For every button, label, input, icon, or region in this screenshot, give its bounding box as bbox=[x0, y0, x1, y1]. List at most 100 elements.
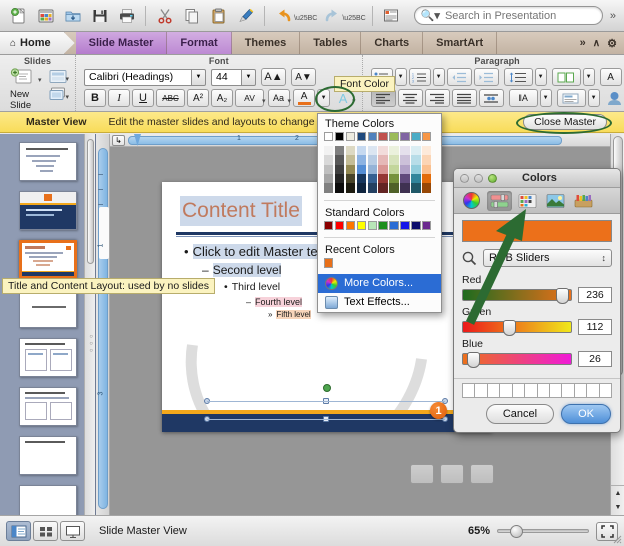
swatch-slot[interactable] bbox=[561, 383, 573, 398]
theme-shade-swatch[interactable] bbox=[389, 146, 398, 155]
slideshow-icon[interactable] bbox=[60, 521, 85, 541]
standard-colors-grid[interactable] bbox=[318, 221, 441, 235]
list-item-selected[interactable] bbox=[19, 240, 77, 279]
theme-shade-swatch[interactable] bbox=[368, 155, 377, 164]
list-item[interactable] bbox=[19, 338, 77, 377]
search-input[interactable] bbox=[445, 10, 596, 22]
theme-shade-swatch[interactable] bbox=[346, 155, 355, 164]
list-item[interactable] bbox=[19, 142, 77, 181]
theme-color-swatch[interactable] bbox=[422, 132, 431, 141]
text-effects-button[interactable]: Aa bbox=[268, 89, 290, 107]
zoom-slider-knob[interactable] bbox=[510, 525, 523, 538]
swatch-slot[interactable] bbox=[487, 383, 499, 398]
numbering-dropdown-arrow[interactable]: ▼ bbox=[433, 68, 445, 86]
tab-stop-button[interactable]: ↳ bbox=[112, 135, 125, 146]
underline-button[interactable]: U bbox=[132, 89, 154, 107]
standard-color-swatch[interactable] bbox=[378, 221, 387, 230]
increase-indent-button[interactable] bbox=[474, 68, 499, 86]
theme-shade-swatch[interactable] bbox=[422, 146, 431, 155]
theme-color-swatch[interactable] bbox=[324, 132, 333, 141]
theme-shade-stack[interactable] bbox=[335, 146, 344, 193]
align-center-button[interactable] bbox=[398, 89, 423, 107]
list-item[interactable] bbox=[19, 485, 77, 515]
minimize-icon[interactable] bbox=[474, 174, 483, 183]
normal-view-icon[interactable] bbox=[6, 521, 31, 541]
theme-shade-stack[interactable] bbox=[411, 146, 420, 193]
bold-button[interactable]: B bbox=[84, 89, 106, 107]
standard-color-swatch[interactable] bbox=[368, 221, 377, 230]
character-spacing-dropdown-arrow[interactable]: ▾ bbox=[262, 97, 266, 105]
theme-shade-swatch[interactable] bbox=[324, 174, 333, 183]
theme-shade-swatch[interactable] bbox=[335, 155, 344, 164]
theme-shade-stack[interactable] bbox=[324, 146, 333, 193]
list-item[interactable] bbox=[19, 191, 77, 230]
theme-color-swatch[interactable] bbox=[357, 132, 366, 141]
justify-button[interactable] bbox=[452, 89, 477, 107]
strikethrough-button[interactable]: ABC bbox=[156, 89, 185, 107]
theme-shade-swatch[interactable] bbox=[324, 155, 333, 164]
font-name-dropdown-arrow[interactable]: ▼ bbox=[192, 69, 206, 86]
theme-color-swatch[interactable] bbox=[389, 132, 398, 141]
align-text-button[interactable] bbox=[557, 89, 586, 107]
swatch-slot[interactable] bbox=[599, 383, 612, 398]
theme-shade-swatch[interactable] bbox=[389, 165, 398, 174]
redo-dropdown-arrow[interactable]: \u25BC bbox=[342, 15, 365, 22]
theme-shade-stack[interactable] bbox=[357, 146, 366, 193]
list-item[interactable] bbox=[19, 289, 77, 328]
swatch-slot[interactable] bbox=[512, 383, 524, 398]
theme-shade-swatch[interactable] bbox=[389, 183, 398, 192]
close-icon[interactable] bbox=[460, 174, 469, 183]
text-direction-button[interactable]: A bbox=[600, 68, 622, 86]
standard-color-swatch[interactable] bbox=[346, 221, 355, 230]
toolbar-overflow-icon[interactable]: » bbox=[610, 10, 616, 22]
theme-color-column[interactable] bbox=[335, 132, 344, 193]
theme-colors-grid[interactable] bbox=[318, 132, 441, 198]
theme-shade-swatch[interactable] bbox=[411, 146, 420, 155]
theme-color-swatch[interactable] bbox=[368, 132, 377, 141]
recent-colors-grid[interactable] bbox=[318, 258, 441, 273]
italic-button[interactable]: I bbox=[108, 89, 130, 107]
theme-shade-swatch[interactable] bbox=[378, 155, 387, 164]
theme-color-column[interactable] bbox=[422, 132, 431, 193]
standard-color-swatch[interactable] bbox=[400, 221, 409, 230]
gear-icon[interactable]: ⚙ bbox=[607, 37, 617, 50]
theme-shade-swatch[interactable] bbox=[411, 155, 420, 164]
search-box[interactable]: 🔍▾ bbox=[414, 6, 603, 25]
theme-shade-swatch[interactable] bbox=[357, 146, 366, 155]
theme-shade-swatch[interactable] bbox=[357, 155, 366, 164]
status-badge[interactable]: 1 bbox=[430, 402, 447, 419]
tab-tables[interactable]: Tables bbox=[300, 32, 361, 54]
tab-home[interactable]: ⌂ Home bbox=[0, 32, 65, 54]
placeholder-tool-1[interactable] bbox=[410, 464, 434, 484]
ribbon-collapse-icon[interactable]: ∧ bbox=[593, 38, 600, 49]
theme-color-swatch[interactable] bbox=[400, 132, 409, 141]
placeholder-tool-2[interactable] bbox=[440, 464, 464, 484]
theme-color-column[interactable] bbox=[324, 132, 333, 193]
theme-shade-swatch[interactable] bbox=[378, 183, 387, 192]
swatch-slot[interactable] bbox=[537, 383, 549, 398]
theme-shade-swatch[interactable] bbox=[400, 174, 409, 183]
theme-shade-swatch[interactable] bbox=[346, 146, 355, 155]
theme-shade-swatch[interactable] bbox=[422, 165, 431, 174]
tab-slide-master[interactable]: Slide Master bbox=[76, 32, 168, 54]
cancel-button[interactable]: Cancel bbox=[486, 404, 554, 424]
theme-shade-swatch[interactable] bbox=[378, 165, 387, 174]
standard-color-swatch[interactable] bbox=[335, 221, 344, 230]
theme-shade-swatch[interactable] bbox=[324, 165, 333, 174]
new-slide-button[interactable]: New Slide bbox=[10, 68, 36, 111]
theme-shade-swatch[interactable] bbox=[411, 165, 420, 174]
font-name-input[interactable]: Calibri (Headings) bbox=[84, 69, 192, 86]
theme-color-column[interactable] bbox=[378, 132, 387, 193]
slider-value-input[interactable]: 26 bbox=[578, 351, 612, 367]
theme-dropdown-arrow[interactable]: ▾ bbox=[66, 93, 70, 101]
theme-color-swatch[interactable] bbox=[378, 132, 387, 141]
theme-shade-swatch[interactable] bbox=[324, 183, 333, 192]
ok-button[interactable]: OK bbox=[561, 404, 611, 424]
theme-shade-swatch[interactable] bbox=[378, 146, 387, 155]
theme-shade-swatch[interactable] bbox=[335, 174, 344, 183]
theme-shade-swatch[interactable] bbox=[400, 146, 409, 155]
theme-shade-swatch[interactable] bbox=[368, 183, 377, 192]
scroll-arrows[interactable]: ▲ ▼ bbox=[611, 485, 624, 515]
theme-color-swatch[interactable] bbox=[411, 132, 420, 141]
theme-shade-swatch[interactable] bbox=[368, 174, 377, 183]
